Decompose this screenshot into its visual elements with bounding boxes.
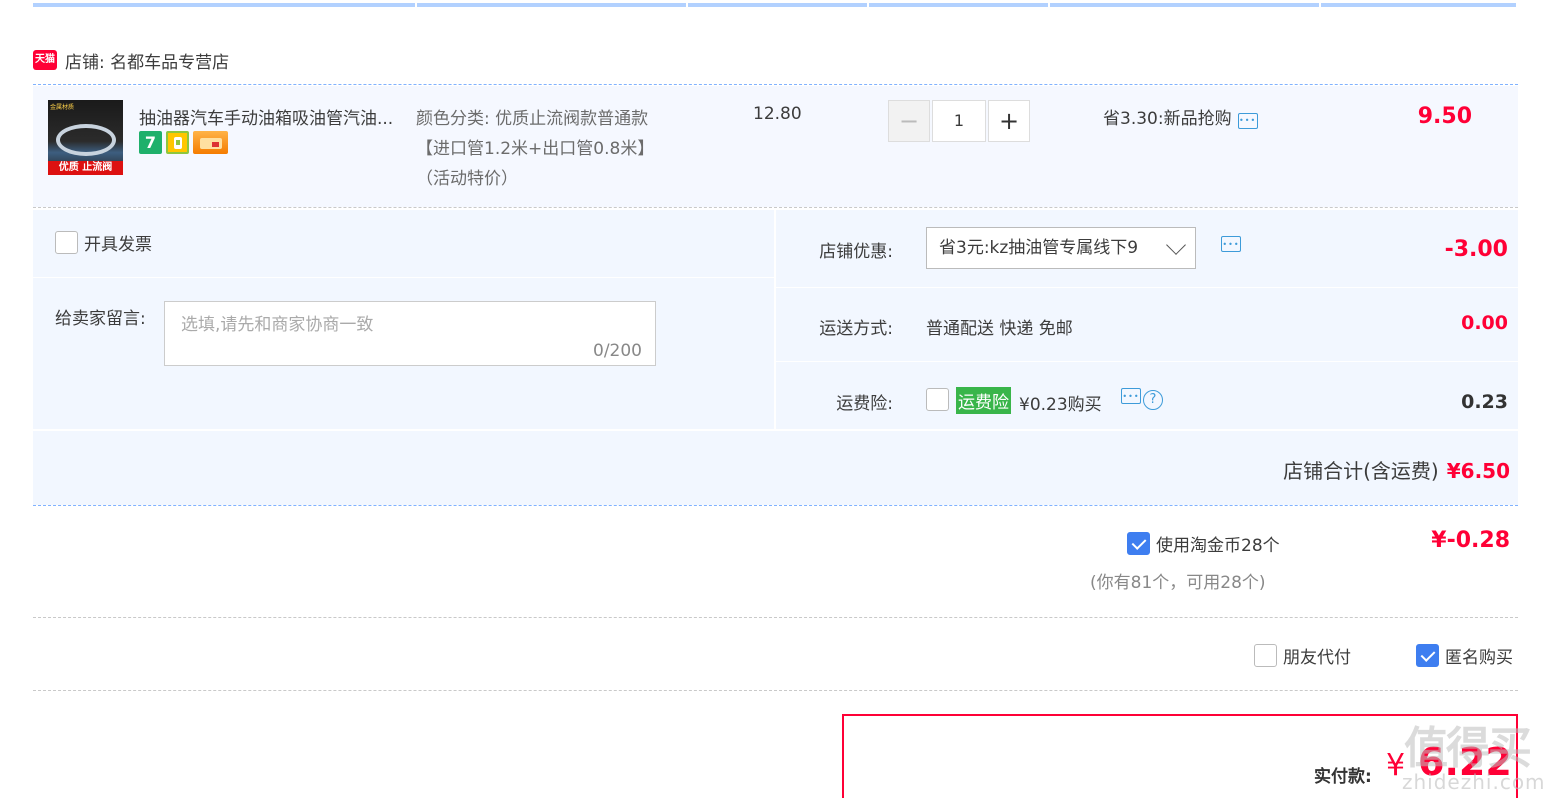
item-promotion: 省3.30:新品抢购 •••	[1103, 104, 1258, 129]
friend-pay-label: 朋友代付	[1283, 648, 1351, 668]
coin-option[interactable]: 使用淘金币28个	[1127, 531, 1280, 556]
insurance-checkbox[interactable]	[926, 388, 949, 411]
guarantee-icon[interactable]	[166, 131, 189, 154]
sku-spec: 【进口管1.2米+出口管0.8米】	[416, 139, 655, 159]
seller-message-input[interactable]: 选填,请先和商家协商一致 0/200	[164, 301, 656, 366]
store-discount-label: 店铺优惠:	[819, 242, 893, 262]
anonymous-label: 匿名购买	[1445, 648, 1513, 668]
tube-graphic	[56, 124, 116, 156]
order-item-row: 金属材质 优质 止流阀 抽油器汽车手动油箱吸油管汽油... 7 颜色分类: 优质…	[33, 86, 1518, 207]
help-icon[interactable]: ?	[1143, 390, 1163, 410]
coin-availability: (你有81个，可用28个)	[1090, 573, 1266, 593]
service-badges: 7	[139, 131, 228, 154]
insurance-price: ¥0.23购买	[1019, 395, 1102, 415]
buyer-options-panel: 开具发票 给卖家留言: 选填,请先和商家协商一致 0/200	[33, 210, 774, 429]
shop-total: 店铺合计(含运费) ¥6.50	[1283, 455, 1510, 484]
message-label: 给卖家留言:	[55, 309, 146, 329]
column-header-bar	[33, 3, 1518, 7]
message-counter: 0/200	[593, 341, 642, 361]
decrease-button[interactable]: −	[888, 100, 930, 142]
tmall-icon: 天猫	[33, 50, 57, 70]
insurance-tag: 运费险	[956, 387, 1011, 414]
invoice-checkbox[interactable]	[55, 231, 78, 254]
quantity-stepper: − 1 +	[888, 100, 1030, 142]
shipping-method: 普通配送 快递 免邮	[926, 319, 1073, 339]
invoice-label: 开具发票	[84, 235, 152, 255]
sku-color: 颜色分类: 优质止流阀款普通款	[416, 109, 649, 129]
seven-day-return-icon[interactable]: 7	[139, 131, 162, 154]
comment-icon[interactable]: •••	[1237, 112, 1258, 129]
divider	[33, 207, 1518, 208]
anonymous-checkbox[interactable]	[1416, 644, 1439, 667]
shipping-amount: 0.00	[1461, 312, 1508, 334]
friend-pay-option[interactable]: 朋友代付	[1254, 643, 1351, 668]
credit-card-icon[interactable]	[193, 131, 228, 154]
thumbnail-tag: 金属材质	[50, 104, 75, 111]
comment-icon[interactable]: •••	[1121, 388, 1141, 404]
coin-checkbox[interactable]	[1127, 532, 1150, 555]
divider	[33, 277, 774, 278]
shipping-label: 运送方式:	[819, 319, 893, 339]
product-thumbnail[interactable]: 金属材质 优质 止流阀	[48, 100, 123, 175]
friend-pay-checkbox[interactable]	[1254, 644, 1277, 667]
anonymous-option[interactable]: 匿名购买	[1416, 643, 1513, 668]
comment-icon[interactable]: •••	[1221, 236, 1241, 252]
divider	[33, 690, 1518, 691]
promotion-text: 省3.30:新品抢购	[1103, 109, 1232, 129]
thumbnail-band: 优质 止流阀	[48, 161, 123, 175]
coupon-selected-value: 省3元:kz抽油管专属线下9	[939, 238, 1139, 258]
shop-name[interactable]: 店铺: 名都车品专营店	[65, 48, 229, 73]
coin-discount-amount: ¥-0.28	[1431, 528, 1510, 553]
shop-total-label: 店铺合计(含运费)	[1283, 459, 1439, 483]
item-subtotal: 9.50	[1417, 104, 1472, 129]
increase-button[interactable]: +	[988, 100, 1030, 142]
order-fees-panel: 店铺优惠: 省3元:kz抽油管专属线下9 ••• -3.00 运送方式: 普通配…	[776, 210, 1518, 429]
store-discount-amount: -3.00	[1444, 237, 1508, 262]
insurance-row: 运费险: 运费险 ¥0.23购买 ••• ? 0.23	[776, 362, 1518, 429]
insurance-amount: 0.23	[1461, 391, 1508, 413]
insurance-label: 运费险:	[836, 394, 893, 414]
sku-note: （活动特价）	[416, 169, 518, 189]
unit-price: 12.80	[753, 104, 802, 124]
shop-header: 天猫 店铺: 名都车品专营店	[33, 46, 229, 74]
sku-info: 颜色分类: 优质止流阀款普通款 【进口管1.2米+出口管0.8米】 （活动特价）	[416, 104, 716, 194]
divider	[33, 617, 1518, 618]
invoice-option[interactable]: 开具发票	[55, 230, 152, 255]
store-coupon-select[interactable]: 省3元:kz抽油管专属线下9	[926, 227, 1196, 269]
watermark-url: zhidezhi.com	[1402, 770, 1546, 794]
chevron-down-icon	[1166, 235, 1186, 255]
divider	[33, 505, 1518, 506]
message-placeholder: 选填,请先和商家协商一致	[181, 315, 374, 335]
watermark-logo: 值得买	[1404, 723, 1532, 774]
coin-label: 使用淘金币28个	[1156, 536, 1280, 556]
shop-total-row: 店铺合计(含运费) ¥6.50	[33, 431, 1518, 505]
quantity-input[interactable]: 1	[932, 100, 986, 142]
payment-label: 实付款:	[1314, 767, 1372, 787]
shop-total-amount: ¥6.50	[1446, 459, 1510, 483]
product-title[interactable]: 抽油器汽车手动油箱吸油管汽油...	[139, 104, 409, 129]
store-discount-row: 店铺优惠: 省3元:kz抽油管专属线下9 ••• -3.00	[776, 210, 1518, 287]
divider	[33, 84, 1518, 85]
shipping-row: 运送方式: 普通配送 快递 免邮 0.00	[776, 288, 1518, 361]
